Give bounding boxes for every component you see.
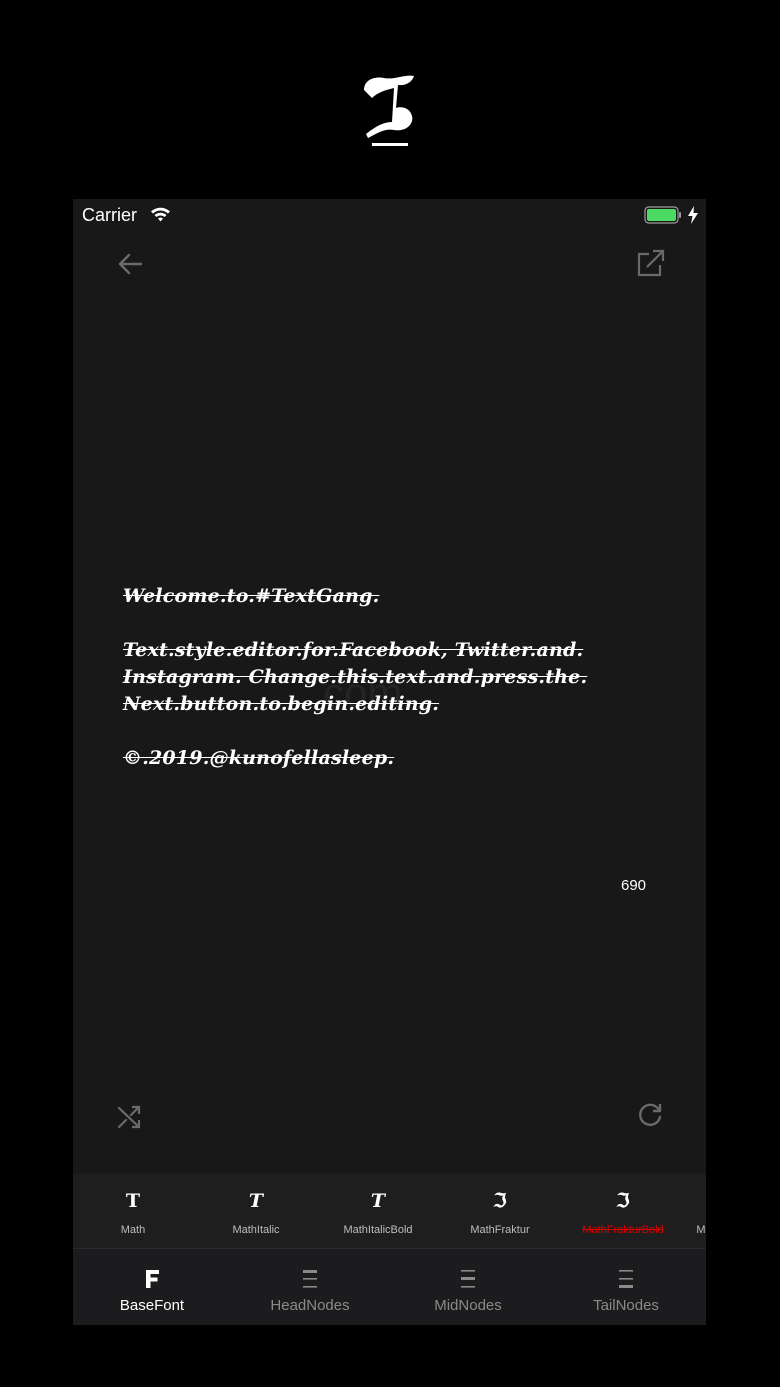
- tab-label: HeadNodes: [270, 1297, 350, 1314]
- font-glyph: T: [370, 1190, 386, 1212]
- tail-nodes-icon: [619, 1270, 633, 1288]
- status-bar: Carrier: [73, 199, 706, 233]
- carrier-label: Carrier: [82, 205, 138, 225]
- font-name: MathItalicBold: [343, 1224, 413, 1236]
- text-editor[interactable]: Welcome.to.#TextGang. Text.style.editor.…: [123, 583, 643, 772]
- mid-nodes-icon: [461, 1270, 475, 1288]
- font-option-math-italic[interactable]: T MathItalic: [196, 1174, 316, 1248]
- tab-label: MidNodes: [434, 1297, 502, 1314]
- battery-icon: [644, 206, 681, 224]
- font-glyph: [641, 1190, 706, 1214]
- font-option-math-italic-bold[interactable]: T MathItalicBold: [318, 1174, 438, 1248]
- fraktur-t-logo-icon: [364, 75, 414, 146]
- font-glyph: T: [248, 1190, 264, 1212]
- font-name: Math: [120, 1224, 146, 1236]
- font-name: MathItalic: [232, 1224, 280, 1236]
- app-logo: [350, 70, 430, 152]
- refresh-icon[interactable]: [635, 1101, 665, 1131]
- tab-midnodes[interactable]: MidNodes: [389, 1249, 547, 1325]
- editor-line: Instagram. Change.this.text.and.press.th…: [123, 666, 588, 688]
- shuffle-icon[interactable]: [116, 1103, 144, 1131]
- tab-bar: BaseFont HeadNodes MidNodes TailNodes: [73, 1248, 706, 1325]
- font-name: M: [696, 1224, 706, 1236]
- font-option-math-fraktur[interactable]: ℑ MathFraktur: [440, 1174, 560, 1248]
- font-f-icon: [146, 1270, 159, 1288]
- tab-tailnodes[interactable]: TailNodes: [547, 1249, 705, 1325]
- font-name: MathFraktur: [470, 1224, 530, 1236]
- font-option-math[interactable]: T Math: [73, 1174, 193, 1248]
- font-glyph: ℑ: [493, 1190, 507, 1212]
- font-style-picker: T Math T MathItalic T MathItalicBold ℑ M…: [73, 1174, 706, 1248]
- font-option-partial[interactable]: M: [641, 1174, 706, 1248]
- tab-headnodes[interactable]: HeadNodes: [231, 1249, 389, 1325]
- charging-bolt-icon: [688, 206, 698, 224]
- head-nodes-icon: [303, 1270, 317, 1288]
- editor-line: Next.button.to.begin.editing.: [123, 693, 440, 715]
- wifi-icon: [151, 207, 170, 222]
- tab-label: BaseFont: [119, 1297, 185, 1314]
- tab-basefont[interactable]: BaseFont: [73, 1249, 231, 1325]
- font-glyph: T: [125, 1190, 141, 1212]
- share-external-icon[interactable]: [635, 247, 667, 279]
- editor-line: ©.2019.@kunofellasleep.: [123, 747, 395, 769]
- character-count: 690: [621, 877, 647, 894]
- back-arrow-icon[interactable]: [115, 249, 145, 279]
- phone-screen: Carrier com Welcome.to.#TextGang. Text.s…: [73, 199, 706, 1325]
- tab-label: TailNodes: [593, 1297, 659, 1314]
- editor-line: Welcome.to.#TextGang.: [123, 585, 380, 607]
- editor-line: Text.style.editor.for.Facebook, Twitter.…: [123, 639, 584, 661]
